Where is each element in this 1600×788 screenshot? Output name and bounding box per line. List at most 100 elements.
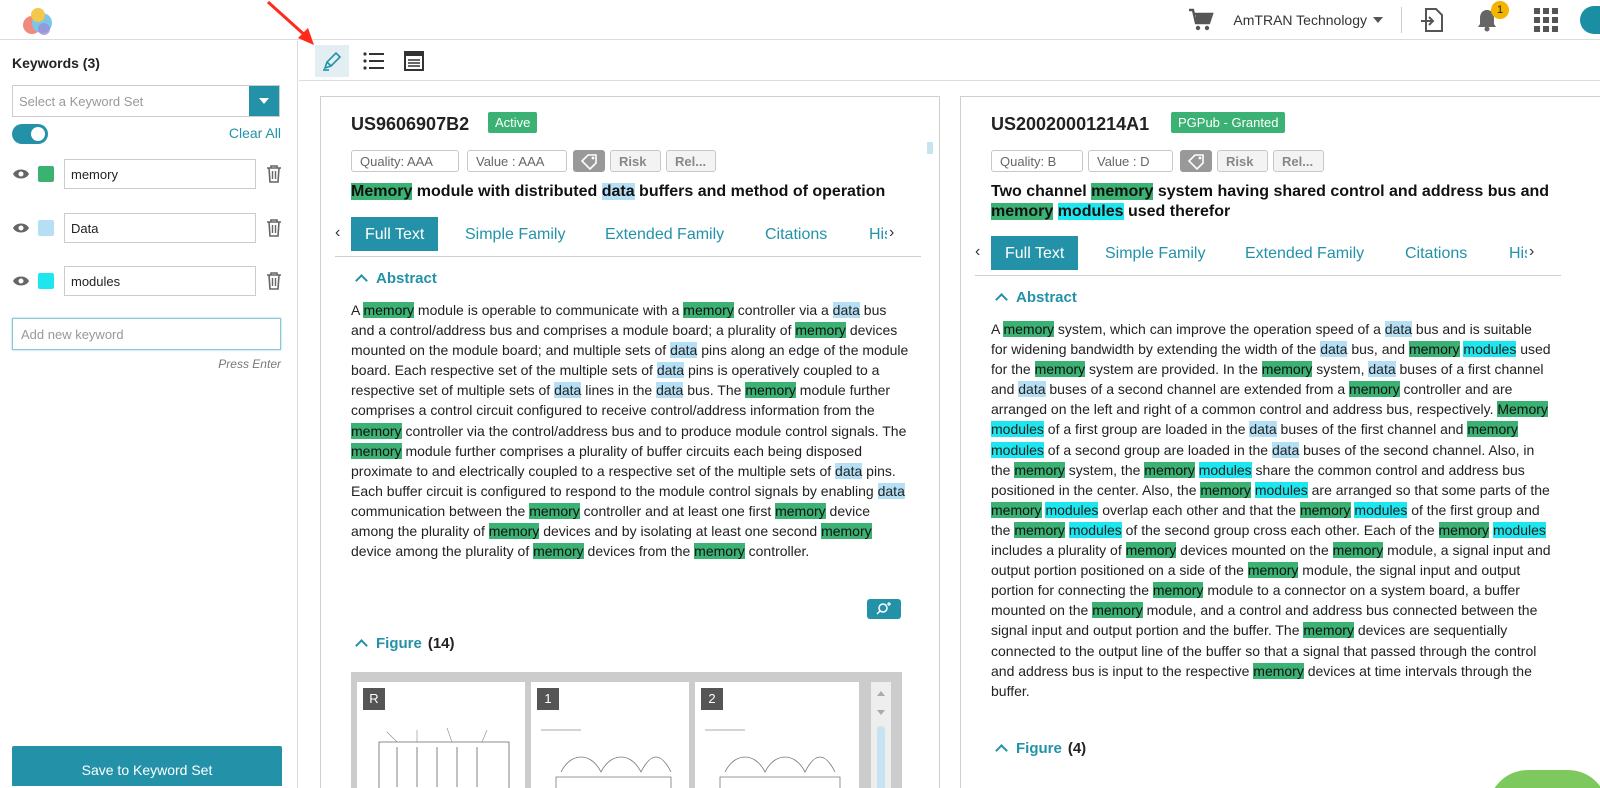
chevron-up-icon	[355, 639, 368, 652]
chevron-left-icon[interactable]: ‹	[975, 243, 980, 261]
chevron-right-icon[interactable]: ›	[1529, 243, 1534, 261]
keyword-color-swatch[interactable]	[38, 220, 54, 236]
figure-heading[interactable]: Figure (4)	[995, 740, 1086, 757]
trash-icon[interactable]	[266, 219, 282, 237]
keyword-color-swatch[interactable]	[38, 273, 54, 289]
chevron-left-icon[interactable]: ‹	[335, 224, 340, 242]
keyword-row-memory: memory	[12, 159, 282, 189]
chevron-up-icon	[995, 744, 1008, 757]
view-toolbar	[299, 41, 1600, 81]
chevron-down-icon[interactable]	[249, 86, 279, 116]
figure-drawing-icon	[378, 727, 510, 788]
relevance-chip[interactable]: Rel...	[666, 150, 716, 172]
highlight-tool-button[interactable]	[315, 45, 349, 77]
quality-chip: Quality: B	[991, 150, 1083, 172]
user-menu-button[interactable]	[1580, 6, 1600, 34]
patent-title: Two channel memory system having shared …	[991, 183, 1550, 220]
chevron-right-icon[interactable]: ›	[889, 224, 894, 242]
app-logo-icon[interactable]	[18, 5, 58, 37]
keywords-sidebar: Keywords (3) Select a Keyword Set Clear …	[0, 41, 298, 788]
zoom-in-button[interactable]	[867, 599, 901, 619]
patent-tabs: ‹ Full Text Simple Family Extended Famil…	[335, 217, 921, 257]
patent-number[interactable]: US20020001214A1	[991, 114, 1149, 135]
status-badge: Active	[488, 112, 538, 133]
highlighter-icon	[323, 51, 342, 71]
value-chip: Value : AAA	[467, 150, 567, 172]
keyword-row-modules: modules	[12, 266, 282, 296]
keyword-set-select[interactable]: Select a Keyword Set	[12, 85, 280, 117]
eye-icon[interactable]	[12, 168, 30, 180]
patent-number[interactable]: US9606907B2	[351, 114, 469, 135]
clear-all-link[interactable]: Clear All	[229, 125, 281, 141]
notification-badge: 1	[1491, 1, 1509, 19]
chevron-up-icon	[995, 293, 1008, 306]
risk-chip[interactable]: Risk	[1217, 150, 1268, 172]
keywords-title: Keywords (3)	[12, 55, 100, 71]
chevron-up-icon	[355, 274, 368, 287]
tab-citations[interactable]: Citations	[1405, 236, 1467, 270]
keyword-color-swatch[interactable]	[38, 166, 54, 182]
keyword-input[interactable]: Data	[64, 213, 256, 243]
quality-chip: Quality: AAA	[351, 150, 459, 172]
tag-icon[interactable]	[573, 150, 605, 172]
risk-chip[interactable]: Risk	[610, 150, 661, 172]
figure-thumbnail[interactable]: 2	[695, 682, 859, 788]
figure-drawing-icon	[705, 729, 841, 788]
press-enter-hint: Press Enter	[218, 357, 281, 371]
eye-icon[interactable]	[12, 275, 30, 287]
tag-icon[interactable]	[1180, 150, 1212, 172]
notifications[interactable]: 1	[1474, 1, 1509, 33]
status-badge: PGPub - Granted	[1171, 112, 1286, 133]
patent-panel-1: US9606907B2 Active Quality: AAA Value : …	[320, 96, 940, 788]
divider	[1401, 7, 1402, 33]
keyword-set-placeholder: Select a Keyword Set	[19, 94, 144, 109]
patent-panel-2: US20020001214A1 PGPub - Granted Quality:…	[960, 96, 1600, 788]
document-view-button[interactable]	[397, 45, 431, 77]
company-selector[interactable]: AmTRAN Technology	[1233, 12, 1367, 28]
tab-history[interactable]: His	[869, 217, 887, 251]
figure-drawing-icon	[541, 729, 672, 788]
keyword-row-data: Data	[12, 213, 282, 243]
tab-simple-family[interactable]: Simple Family	[1105, 236, 1205, 270]
chevron-down-icon[interactable]	[1373, 17, 1383, 23]
tab-extended-family[interactable]: Extended Family	[605, 217, 724, 251]
trash-icon[interactable]	[266, 165, 282, 183]
highlight-toggle[interactable]	[12, 124, 48, 144]
tab-citations[interactable]: Citations	[765, 217, 827, 251]
figure-heading[interactable]: Figure (14)	[355, 635, 455, 652]
abstract-heading[interactable]: Abstract	[995, 289, 1077, 306]
abstract-heading[interactable]: Abstract	[355, 270, 437, 287]
keyword-input[interactable]: modules	[64, 266, 256, 296]
list-icon	[363, 52, 384, 70]
export-icon[interactable]	[1420, 7, 1444, 33]
apps-grid-icon[interactable]	[1534, 8, 1558, 32]
document-icon	[404, 51, 424, 71]
tab-extended-family[interactable]: Extended Family	[1245, 236, 1364, 270]
save-to-keyword-set-button[interactable]: Save to Keyword Set	[12, 746, 282, 786]
tab-history[interactable]: His	[1509, 236, 1527, 270]
abstract-text: A memory system, which can improve the o…	[991, 321, 1551, 699]
top-right-controls: AmTRAN Technology 1	[1187, 0, 1600, 40]
trash-icon[interactable]	[266, 272, 282, 290]
keyword-input[interactable]: memory	[64, 159, 256, 189]
patent-title: Memory module with distributed data buff…	[351, 183, 886, 200]
value-chip: Value : D	[1088, 150, 1173, 172]
eye-icon[interactable]	[12, 222, 30, 234]
tab-simple-family[interactable]: Simple Family	[465, 217, 565, 251]
relevance-chip[interactable]: Rel...	[1273, 150, 1324, 172]
cart-icon[interactable]	[1187, 6, 1215, 34]
top-bar: AmTRAN Technology 1	[0, 0, 1600, 40]
arrow-annotation-icon	[266, 0, 314, 45]
abstract-text: A memory module is operable to communica…	[351, 302, 909, 560]
figure-scrollbar[interactable]	[871, 682, 891, 788]
figure-thumbnail[interactable]: 1	[531, 682, 689, 788]
search-plus-icon	[876, 602, 891, 615]
tab-full-text[interactable]: Full Text	[351, 217, 439, 251]
tab-full-text[interactable]: Full Text	[991, 236, 1079, 270]
figure-thumbnail[interactable]: R	[357, 682, 525, 788]
patent-tabs: ‹ Full Text Simple Family Extended Famil…	[975, 236, 1561, 276]
figure-carousel: R 1 2	[351, 672, 902, 788]
scroll-indicator[interactable]	[927, 142, 933, 154]
list-view-button[interactable]	[357, 45, 391, 77]
add-keyword-input[interactable]: Add new keyword	[12, 318, 281, 350]
